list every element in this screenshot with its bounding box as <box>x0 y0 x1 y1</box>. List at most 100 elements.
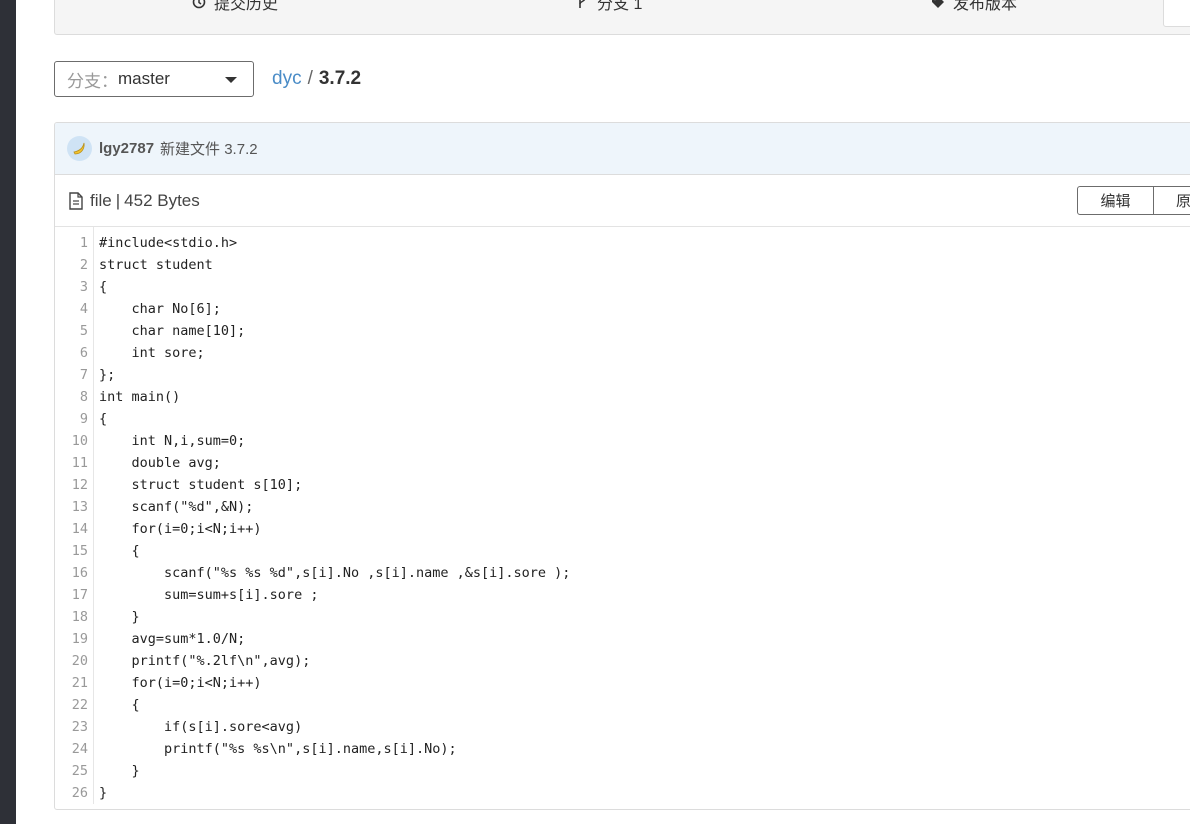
code-lines: 1 #include<stdio.h> 2 struct student 3{4 cha… <box>55 232 1190 804</box>
tab-label: 发布版本 <box>953 0 1018 13</box>
line-number[interactable]: 7 <box>55 367 91 383</box>
code-text: int N,i,sum=0; <box>99 433 246 449</box>
code-line: 4 char No[6]; <box>55 298 1190 320</box>
banana-avatar-icon <box>72 142 85 154</box>
code-line: 3{ <box>55 276 1190 298</box>
line-number[interactable]: 1 <box>55 235 91 251</box>
line-number[interactable]: 21 <box>55 675 91 691</box>
code-viewer: 1 #include<stdio.h> 2 struct student 3{4 cha… <box>55 227 1190 804</box>
file-name: file <box>90 190 112 210</box>
commit-author[interactable]: lgy2787 <box>99 140 154 157</box>
line-number[interactable]: 6 <box>55 345 91 361</box>
branch-select-prefix: 分支： <box>67 71 118 91</box>
latest-commit-bar: lgy2787 新建文件 3.7.2 <box>55 123 1190 175</box>
code-text: struct student s[10]; <box>99 477 303 493</box>
line-number[interactable]: 12 <box>55 477 91 493</box>
tab-label: 分支 1 <box>597 0 643 13</box>
file-icon <box>68 191 84 210</box>
tab-commit-history[interactable]: 提交历史 <box>192 0 278 13</box>
tab-label: 提交历史 <box>214 0 279 13</box>
caret-down-icon <box>225 77 237 83</box>
code-line: 10 int N,i,sum=0; <box>55 430 1190 452</box>
code-text: #include<stdio.h> <box>99 235 238 251</box>
line-number[interactable]: 9 <box>55 411 91 427</box>
edit-button[interactable]: 编辑 <box>1077 186 1154 215</box>
code-line: 15 { <box>55 540 1190 562</box>
code-text: char name[10]; <box>99 323 246 339</box>
code-line: 11 double avg; <box>55 452 1190 474</box>
line-number[interactable]: 14 <box>55 521 91 537</box>
code-text: struct student <box>99 257 213 273</box>
code-line: 1 #include<stdio.h> <box>55 232 1190 254</box>
branch-select[interactable]: 分支： master <box>54 61 254 97</box>
code-line: 5 char name[10]; <box>55 320 1190 342</box>
line-number[interactable]: 2 <box>55 257 91 273</box>
line-number[interactable]: 22 <box>55 697 91 713</box>
code-line: 19 avg=sum*1.0/N; <box>55 628 1190 650</box>
breadcrumb-current: 3.7.2 <box>318 68 362 89</box>
line-number[interactable]: 5 <box>55 323 91 339</box>
code-text: if(s[i].sore<avg) <box>99 719 303 735</box>
line-number[interactable]: 17 <box>55 587 91 603</box>
line-number[interactable]: 24 <box>55 741 91 757</box>
code-line: 2 struct student <box>55 254 1190 276</box>
tab-strip-right-box <box>1163 0 1190 27</box>
code-line: 21 for(i=0;i<N;i++) <box>55 672 1190 694</box>
code-line: 12 struct student s[10]; <box>55 474 1190 496</box>
file-action-buttons: 编辑 原 <box>1077 186 1190 215</box>
file-header: file | 452 Bytes 编辑 原 <box>55 175 1190 227</box>
raw-button[interactable]: 原 <box>1154 186 1190 215</box>
line-number[interactable]: 8 <box>55 389 91 405</box>
repo-tab-strip: 提交历史 分支 1 发布版本 <box>54 0 1190 35</box>
left-sidebar-strip <box>0 0 16 824</box>
code-line: 7}; <box>55 364 1190 386</box>
code-line: 24 printf("%s %s\n",s[i].name,s[i].No); <box>55 738 1190 760</box>
code-text: { <box>99 697 140 713</box>
code-line: 6 int sore; <box>55 342 1190 364</box>
line-number[interactable]: 13 <box>55 499 91 515</box>
file-info-separator: | <box>115 190 121 210</box>
code-line: 18 } <box>55 606 1190 628</box>
line-number[interactable]: 16 <box>55 565 91 581</box>
code-text: } <box>99 763 140 779</box>
line-number[interactable]: 18 <box>55 609 91 625</box>
code-text: double avg; <box>99 455 221 471</box>
code-line: 20 printf("%.2lf\n",avg); <box>55 650 1190 672</box>
tab-releases[interactable]: 发布版本 <box>931 0 1017 13</box>
code-line: 23 if(s[i].sore<avg) <box>55 716 1190 738</box>
commit-message[interactable]: 新建文件 3.7.2 <box>160 138 258 159</box>
code-line: 16 scanf("%s %s %d",s[i].No ,s[i].name ,… <box>55 562 1190 584</box>
code-text: printf("%s %s\n",s[i].name,s[i].No); <box>99 741 457 757</box>
line-number[interactable]: 26 <box>55 785 91 801</box>
code-line: 22 { <box>55 694 1190 716</box>
code-text: int sore; <box>99 345 205 361</box>
line-number[interactable]: 19 <box>55 631 91 647</box>
code-text: int main() <box>99 389 181 405</box>
line-number[interactable]: 25 <box>55 763 91 779</box>
code-line: 25 } <box>55 760 1190 782</box>
line-number[interactable]: 3 <box>55 279 91 295</box>
code-line: 14 for(i=0;i<N;i++) <box>55 518 1190 540</box>
breadcrumb: dyc / 3.7.2 <box>272 68 361 90</box>
line-number[interactable]: 4 <box>55 301 91 317</box>
line-number[interactable]: 10 <box>55 433 91 449</box>
code-line: 9{ <box>55 408 1190 430</box>
avatar[interactable] <box>67 136 92 161</box>
tab-branches[interactable]: 分支 1 <box>575 0 642 13</box>
code-text: }; <box>99 367 116 383</box>
line-number[interactable]: 20 <box>55 653 91 669</box>
breadcrumb-repo-link[interactable]: dyc <box>272 68 302 90</box>
line-number[interactable]: 23 <box>55 719 91 735</box>
code-text: scanf("%s %s %d",s[i].No ,s[i].name ,&s[… <box>99 565 571 581</box>
breadcrumb-separator: / <box>307 68 313 89</box>
code-text: sum=sum+s[i].sore ; <box>99 587 319 603</box>
code-text: for(i=0;i<N;i++) <box>99 675 262 691</box>
file-size: 452 Bytes <box>124 190 200 210</box>
code-text: avg=sum*1.0/N; <box>99 631 246 647</box>
code-line: 13 scanf("%d",&N); <box>55 496 1190 518</box>
code-text: scanf("%d",&N); <box>99 499 254 515</box>
line-number[interactable]: 15 <box>55 543 91 559</box>
code-line: 8 int main() <box>55 386 1190 408</box>
file-panel: lgy2787 新建文件 3.7.2 file | 452 Bytes 编辑 原… <box>54 122 1190 810</box>
line-number[interactable]: 11 <box>55 455 91 471</box>
